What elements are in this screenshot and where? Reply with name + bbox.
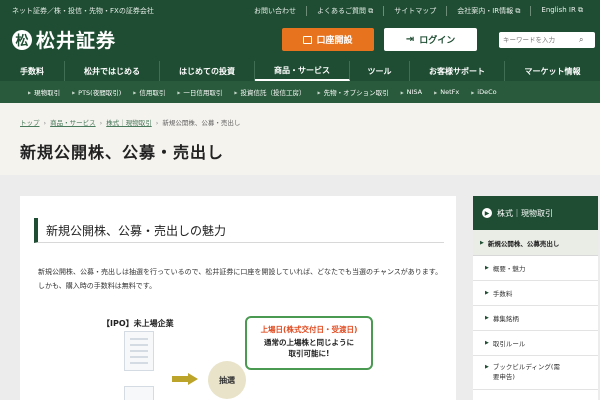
subnav-margin[interactable]: 信用取引	[133, 87, 165, 97]
link-contact[interactable]: お問い合わせ	[254, 6, 307, 16]
logo-mark-icon: 松	[12, 29, 32, 50]
gnav-start-with-matsui[interactable]: 松井ではじめる	[65, 61, 160, 81]
link-english-ir[interactable]: English IR ⧉	[531, 6, 583, 16]
subnav-cash-trading[interactable]: 現物取引	[28, 87, 60, 97]
listing-day-box: 上場日(株式交付日・受渡日) 通常の上場株と同じように 取引可能に!	[245, 316, 373, 370]
subnav-pts[interactable]: PTS(夜間取引)	[72, 87, 121, 97]
side-nav-item-offerings[interactable]: ▶ 募集銘柄	[473, 306, 598, 331]
title-band: トップ › 商品・サービス › 株式｜現物取引 › 新規公開株、公募・売出し 新規公開株、公…	[0, 103, 600, 175]
search-box: ⌕	[499, 32, 595, 48]
document-icon	[303, 35, 313, 44]
gnav-customer-support[interactable]: お客様サポート	[410, 61, 505, 81]
search-icon[interactable]: ⌕	[579, 35, 583, 45]
breadcrumb-products[interactable]: 商品・サービス	[50, 119, 96, 127]
lottery-badge: 抽選	[208, 361, 246, 399]
caret-right-icon: ▶	[485, 340, 489, 346]
link-sitemap[interactable]: サイトマップ	[384, 6, 448, 16]
global-nav: 手数料 松井ではじめる はじめての投資 商品・サービス ツール お客様サポート …	[0, 61, 600, 81]
link-faq[interactable]: よくあるご質問 ⧉	[307, 6, 385, 16]
side-nav-item-fees[interactable]: ▶ 手数料	[473, 281, 598, 306]
caret-right-icon: ▶	[480, 239, 484, 246]
listing-day-line-2: 取引可能に!	[288, 349, 330, 358]
site-logo[interactable]: 松 松井証券	[12, 26, 116, 53]
side-nav-item-ipo[interactable]: ▶ 新規公開株、公募売出し	[473, 230, 598, 256]
side-nav-item-label: 概要・魅力	[492, 265, 526, 273]
caret-right-icon: ▶	[485, 265, 489, 271]
subnav-futures-options[interactable]: 先物・オプション取引	[317, 87, 389, 97]
product-subnav: 現物取引 PTS(夜間取引) 信用取引 一日信用取引 投資信託（投信工房） 先物…	[0, 81, 600, 103]
section-heading: 新規公開株、公募・売出しの魅力	[34, 218, 444, 243]
page-title: 新規公開株、公募・売出し	[20, 143, 225, 162]
site-tagline: ネット証券／株・投信・先物・FXの証券会社	[12, 7, 154, 15]
side-nav-item-label: ブックビルディング(需 要申告)	[492, 363, 560, 381]
building-icon	[124, 386, 154, 400]
caret-right-icon: ▶	[485, 290, 489, 296]
side-nav-item-label: 手数料	[492, 290, 513, 298]
gnav-fees[interactable]: 手数料	[0, 61, 65, 81]
listing-day-text: 通常の上場株と同じように 取引可能に!	[247, 337, 371, 359]
subnav-funds[interactable]: 投資信託（投信工房）	[234, 87, 305, 97]
side-nav-item-bookbuilding[interactable]: ▶ ブックビルディング(需 要申告)	[473, 356, 598, 390]
breadcrumb: トップ › 商品・サービス › 株式｜現物取引 › 新規公開株、公募・売出し	[20, 117, 240, 127]
main-content-card: 新規公開株、公募・売出しの魅力 新規公開株、公募・売出しは抽選を行っているので、…	[20, 196, 456, 400]
subnav-ideco[interactable]: iDeCo	[471, 88, 496, 96]
site-header: ネット証券／株・投信・先物・FXの証券会社 お問い合わせ よくあるご質問 ⧉ サ…	[0, 0, 600, 81]
link-company-ir[interactable]: 会社案内・IR情報 ⧉	[447, 6, 532, 16]
side-nav-item-rules[interactable]: ▶ 取引ルール	[473, 331, 598, 356]
gnav-products-services[interactable]: 商品・サービス	[255, 61, 350, 81]
login-label: ログイン	[419, 36, 456, 46]
login-button[interactable]: ⇥ ログイン	[384, 28, 477, 51]
building-icon	[124, 331, 154, 371]
listing-day-heading: 上場日(株式交付日・受渡日)	[260, 325, 358, 334]
breadcrumb-stocks[interactable]: 株式｜現物取引	[106, 119, 152, 127]
subnav-netfx[interactable]: NetFx	[434, 88, 459, 96]
search-input[interactable]	[499, 33, 579, 47]
login-icon: ⇥	[405, 34, 415, 45]
intro-paragraph: 新規公開株、公募・売出しは抽選を行っているので、松井証券に口座を開設していれば、…	[38, 268, 443, 290]
chevron-right-icon: ▶	[482, 208, 492, 218]
open-account-button[interactable]: 口座開設	[282, 28, 374, 51]
side-nav-item-overview[interactable]: ▶ 概要・魅力	[473, 256, 598, 281]
open-account-label: 口座開設	[316, 36, 353, 46]
breadcrumb-separator: ›	[99, 119, 103, 127]
ipo-label: 【IPO】未上場企業	[102, 319, 174, 328]
logo-text: 松井証券	[36, 30, 117, 52]
side-nav-item-label: 新規公開株、公募売出し	[487, 239, 560, 248]
breadcrumb-separator: ›	[155, 119, 159, 127]
breadcrumb-separator: ›	[43, 119, 47, 127]
breadcrumb-current: 新規公開株、公募・売出し	[162, 119, 241, 127]
side-nav-heading-label: 株式｜現物取引	[497, 208, 553, 218]
subnav-nisa[interactable]: NISA	[401, 88, 422, 96]
breadcrumb-top[interactable]: トップ	[20, 119, 40, 127]
side-nav-item-label: 取引ルール	[492, 340, 526, 348]
side-nav: ▶ 株式｜現物取引 ▶ 新規公開株、公募売出し ▶ 概要・魅力 ▶ 手数料 ▶ …	[473, 196, 598, 400]
subnav-day-margin[interactable]: 一日信用取引	[177, 87, 222, 97]
gnav-market-info[interactable]: マーケット情報	[505, 61, 600, 81]
utility-links: お問い合わせ よくあるご質問 ⧉ サイトマップ 会社案内・IR情報 ⧉ Engl…	[254, 6, 583, 16]
listing-day-line-1: 通常の上場株と同じように	[264, 338, 354, 347]
caret-right-icon: ▶	[485, 315, 489, 321]
gnav-first-investment[interactable]: はじめての投資	[160, 61, 255, 81]
side-nav-heading[interactable]: ▶ 株式｜現物取引	[473, 196, 598, 230]
side-nav-item-label: 募集銘柄	[492, 315, 519, 323]
caret-right-icon: ▶	[485, 364, 489, 370]
gnav-tools[interactable]: ツール	[350, 61, 410, 81]
